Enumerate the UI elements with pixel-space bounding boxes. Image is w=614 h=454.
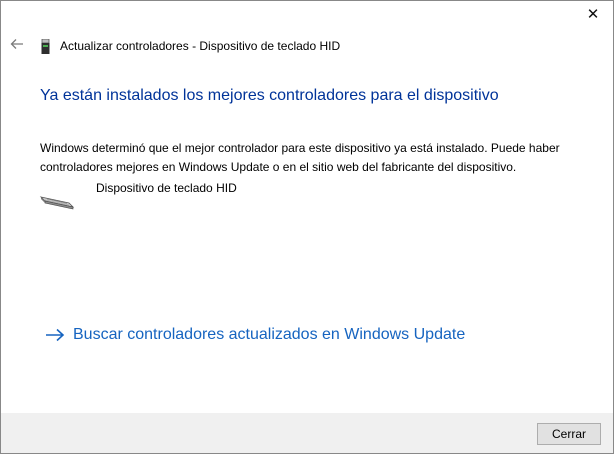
device-name: Dispositivo de teclado HID [96, 181, 237, 195]
windows-update-link[interactable]: Buscar controladores actualizados en Win… [45, 324, 465, 346]
windows-update-link-label[interactable]: Buscar controladores actualizados en Win… [73, 326, 465, 344]
close-button[interactable]: Cerrar [537, 423, 601, 445]
window-title: Actualizar controladores - Dispositivo d… [60, 39, 341, 53]
page-heading: Ya están instalados los mejores controla… [40, 87, 499, 104]
dialog-footer: Cerrar [1, 413, 613, 453]
keyboard-icon [39, 196, 75, 210]
arrow-right-icon [46, 328, 65, 342]
window-close-button[interactable]: ✕ [583, 5, 603, 25]
back-arrow-icon [10, 39, 23, 49]
dialog-window: ✕ Actualizar controladores - Dispositivo… [0, 0, 614, 454]
close-icon: ✕ [586, 6, 600, 23]
back-button[interactable] [9, 36, 25, 52]
usb-device-icon [41, 39, 50, 54]
description-text: Windows determinó que el mejor controlad… [40, 141, 560, 174]
